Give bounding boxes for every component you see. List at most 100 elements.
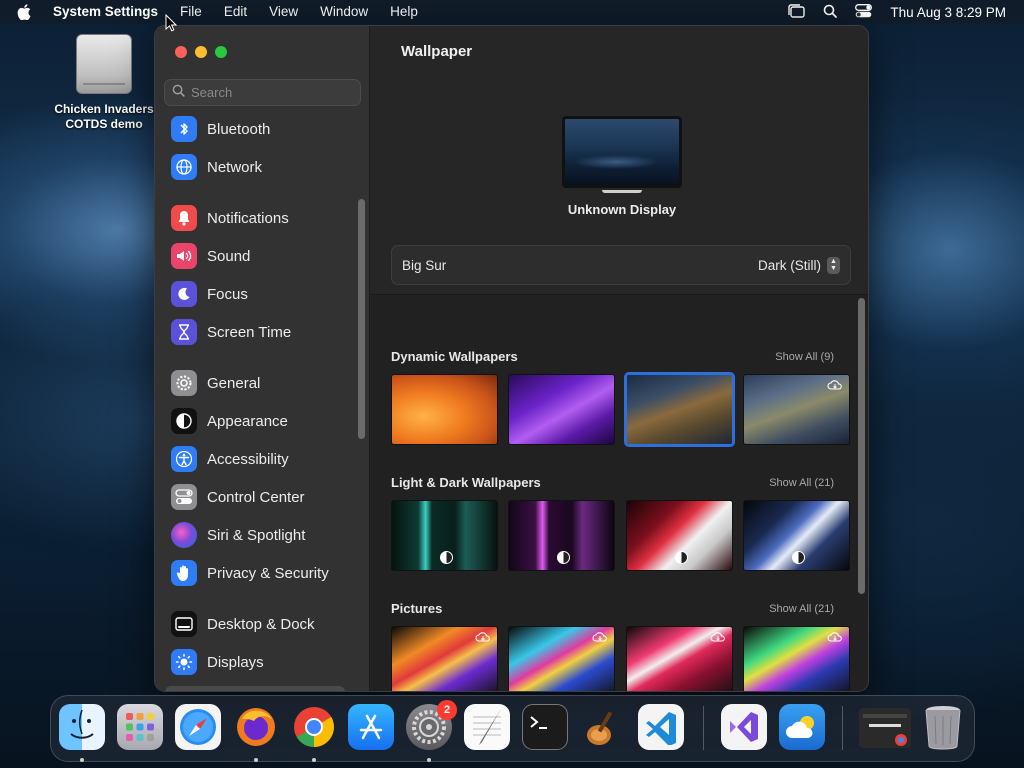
control-center-icon bbox=[171, 484, 197, 510]
wallpaper-thumb-picture-2[interactable] bbox=[508, 626, 615, 691]
sidebar-item-network[interactable]: Network bbox=[171, 152, 262, 182]
sidebar-item-label: Siri & Spotlight bbox=[207, 526, 306, 544]
sidebar-item-label: Sound bbox=[207, 247, 251, 265]
sidebar-item-screen-time[interactable]: Screen Time bbox=[171, 317, 291, 347]
hand-icon bbox=[171, 560, 197, 586]
wallpaper-thumb-catalina[interactable] bbox=[743, 374, 850, 445]
show-all-dynamic-button[interactable]: Show All (9) bbox=[775, 351, 834, 363]
sidebar-search[interactable] bbox=[164, 79, 361, 106]
sidebar-item-wallpaper-selected[interactable] bbox=[165, 686, 345, 691]
dock-minimized-chrome-window[interactable] bbox=[859, 708, 911, 748]
light-dark-icon bbox=[792, 551, 805, 564]
window-thumbnail-icon bbox=[863, 714, 907, 746]
sidebar-item-desktop-dock[interactable]: Desktop & Dock bbox=[171, 609, 315, 639]
search-input[interactable] bbox=[191, 85, 351, 100]
dock-terminal[interactable] bbox=[522, 704, 568, 750]
sidebar-item-general[interactable]: General bbox=[171, 368, 260, 398]
menu-edit[interactable]: Edit bbox=[213, 0, 258, 24]
guitar-icon bbox=[587, 711, 613, 745]
dock-instruments[interactable] bbox=[580, 704, 626, 750]
dock-chrome[interactable] bbox=[291, 704, 337, 750]
sidebar-scrollbar[interactable] bbox=[358, 199, 365, 439]
light-dark-icon bbox=[557, 551, 570, 564]
sidebar-item-siri-spotlight[interactable]: Siri & Spotlight bbox=[171, 520, 305, 550]
disk-icon bbox=[76, 34, 132, 94]
sidebar-item-focus[interactable]: Focus bbox=[171, 279, 248, 309]
sidebar-item-label: Focus bbox=[207, 285, 248, 303]
menu-window[interactable]: Window bbox=[309, 0, 379, 24]
zoom-button[interactable] bbox=[215, 46, 227, 58]
display-preview bbox=[562, 116, 682, 193]
stage-manager-icon[interactable] bbox=[787, 3, 806, 21]
desktop-icon-label: Chicken Invaders COTDS demo bbox=[48, 102, 160, 132]
dock-icon bbox=[171, 611, 197, 637]
wallpaper-gallery: Dynamic Wallpapers Show All (9) Light & … bbox=[371, 294, 868, 691]
sidebar-item-privacy-security[interactable]: Privacy & Security bbox=[171, 558, 329, 588]
cloud-download-icon bbox=[475, 632, 490, 642]
menu-app-name[interactable]: System Settings bbox=[42, 0, 169, 24]
trash-icon bbox=[925, 706, 961, 750]
wallpaper-thumb-picture-1[interactable] bbox=[391, 626, 498, 691]
sidebar-item-sound[interactable]: Sound bbox=[171, 241, 250, 271]
sidebar-item-accessibility[interactable]: Accessibility bbox=[171, 444, 289, 474]
close-button[interactable] bbox=[175, 46, 187, 58]
wallpaper-thumb-mac-teal[interactable] bbox=[391, 500, 498, 571]
sidebar-item-label: Screen Time bbox=[207, 323, 292, 341]
sidebar-item-appearance[interactable]: Appearance bbox=[171, 406, 288, 436]
wallpaper-thumb-picture-3[interactable] bbox=[626, 626, 733, 691]
moon-icon bbox=[171, 281, 197, 307]
search-icon bbox=[172, 84, 185, 102]
accessibility-icon bbox=[171, 446, 197, 472]
dock-finder[interactable] bbox=[59, 704, 105, 750]
wallpaper-thumb-abstract-red[interactable] bbox=[626, 500, 733, 571]
chrome-icon bbox=[294, 707, 334, 747]
minimize-button[interactable] bbox=[195, 46, 207, 58]
menu-view[interactable]: View bbox=[258, 0, 309, 24]
page-title: Wallpaper bbox=[401, 43, 473, 60]
dock-trash[interactable] bbox=[920, 704, 966, 750]
section-title-pictures: Pictures bbox=[391, 601, 443, 616]
sidebar-item-label: Control Center bbox=[207, 488, 305, 506]
sidebar-item-displays[interactable]: Displays bbox=[171, 647, 264, 677]
dock-safari[interactable] bbox=[175, 704, 221, 750]
wallpaper-thumb-mac-purple[interactable] bbox=[508, 500, 615, 571]
chevron-updown-icon: ▲ ▼ bbox=[827, 256, 840, 274]
wallpaper-thumb-picture-4[interactable] bbox=[743, 626, 850, 691]
gallery-scrollbar[interactable] bbox=[858, 298, 865, 594]
dock-app-store[interactable] bbox=[348, 704, 394, 750]
speaker-icon bbox=[171, 243, 197, 269]
dock-launchpad[interactable] bbox=[117, 704, 163, 750]
dock-vscode[interactable] bbox=[638, 704, 684, 750]
wallpaper-thumb-abstract-blue[interactable] bbox=[743, 500, 850, 571]
dock-firefox[interactable] bbox=[233, 704, 279, 750]
menu-help[interactable]: Help bbox=[379, 0, 429, 24]
show-all-light-dark-button[interactable]: Show All (21) bbox=[769, 477, 834, 489]
weather-cloud-icon bbox=[786, 716, 814, 738]
dock-weather[interactable] bbox=[779, 704, 825, 750]
wallpaper-thumb-ventura[interactable] bbox=[391, 374, 498, 445]
sidebar-item-control-center[interactable]: Control Center bbox=[171, 482, 305, 512]
desktop-icon-label-line2: COTDS demo bbox=[65, 117, 143, 131]
bell-icon bbox=[171, 205, 197, 231]
sidebar-item-bluetooth[interactable]: Bluetooth bbox=[171, 114, 270, 144]
wallpaper-thumb-ventura-purple[interactable] bbox=[508, 374, 615, 445]
wallpaper-thumb-big-sur-selected[interactable] bbox=[624, 372, 735, 447]
app-store-icon bbox=[359, 714, 383, 740]
siri-icon bbox=[171, 522, 197, 548]
sidebar-item-label: Displays bbox=[207, 653, 264, 671]
vscode-icon bbox=[646, 712, 676, 745]
menu-clock[interactable]: Thu Aug 3 8:29 PM bbox=[890, 5, 1006, 20]
sidebar-item-notifications[interactable]: Notifications bbox=[171, 203, 289, 233]
cloud-download-icon bbox=[592, 632, 607, 642]
desktop-disk-item[interactable]: Chicken Invaders COTDS demo bbox=[48, 34, 160, 132]
apple-menu-icon[interactable] bbox=[17, 0, 39, 24]
show-all-pictures-button[interactable]: Show All (21) bbox=[769, 603, 834, 615]
dock-visual-studio[interactable] bbox=[721, 704, 767, 750]
dock-textedit[interactable] bbox=[464, 704, 510, 750]
appearance-select[interactable]: Dark (Still) ▲ ▼ bbox=[758, 256, 840, 274]
control-center-icon[interactable] bbox=[855, 3, 873, 21]
menu-bar: System Settings File Edit View Window He… bbox=[0, 0, 1024, 24]
notification-badge: 2 bbox=[437, 700, 457, 720]
spotlight-search-icon[interactable] bbox=[823, 4, 838, 21]
wallpaper-pane: Wallpaper Unknown Display Big Sur Dark (… bbox=[371, 26, 868, 691]
